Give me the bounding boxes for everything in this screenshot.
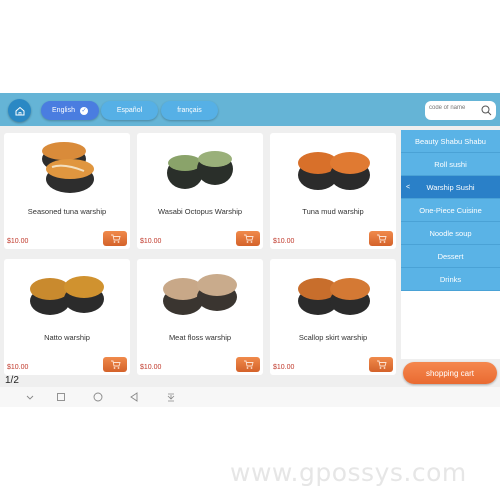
product-price: $10.00 bbox=[273, 238, 295, 245]
category-label: Drinks bbox=[439, 274, 462, 284]
add-to-cart-button[interactable] bbox=[103, 231, 127, 246]
category-item[interactable]: One-Piece Cuisine bbox=[401, 199, 500, 222]
product-card[interactable]: Natto warship $10.00 bbox=[4, 259, 130, 375]
product-price: $10.00 bbox=[7, 238, 29, 245]
category-item[interactable]: Beauty Shabu Shabu bbox=[401, 130, 500, 153]
language-spanish-button[interactable]: Español bbox=[101, 101, 158, 120]
product-card[interactable]: Meat floss warship $10.00 bbox=[137, 259, 263, 375]
product-card[interactable]: Scallop skirt warship $10.00 bbox=[270, 259, 396, 375]
cart-icon bbox=[110, 234, 121, 243]
search-icon[interactable] bbox=[481, 105, 492, 116]
product-image bbox=[167, 151, 233, 189]
add-to-cart-button[interactable] bbox=[236, 357, 260, 372]
product-card[interactable]: Wasabi Octopus Warship $10.00 bbox=[137, 133, 263, 249]
search-box bbox=[425, 101, 496, 120]
product-name: Natto warship bbox=[44, 333, 90, 342]
product-name: Scallop skirt warship bbox=[298, 333, 368, 342]
language-label: English bbox=[52, 107, 75, 114]
add-to-cart-button[interactable] bbox=[369, 357, 393, 372]
language-label: Español bbox=[116, 107, 143, 114]
home-button[interactable] bbox=[8, 99, 31, 122]
product-image bbox=[298, 278, 370, 315]
product-name: Tuna mud warship bbox=[302, 207, 364, 216]
cart-icon bbox=[243, 234, 254, 243]
product-price: $10.00 bbox=[140, 238, 162, 245]
home-circle-icon[interactable] bbox=[91, 390, 105, 404]
chevron-left-icon: < bbox=[406, 183, 411, 191]
product-image bbox=[42, 142, 94, 193]
product-price: $10.00 bbox=[7, 364, 29, 371]
watermark-text: www.gpossys.com bbox=[230, 458, 467, 487]
home-icon bbox=[15, 106, 24, 115]
chevron-down-icon[interactable] bbox=[23, 390, 37, 404]
add-to-cart-button[interactable] bbox=[103, 357, 127, 372]
product-card[interactable]: Seasoned tuna warship $10.00 bbox=[4, 133, 130, 249]
language-french-button[interactable]: français bbox=[161, 101, 218, 120]
category-label: Warship Sushi bbox=[426, 182, 475, 192]
pull-down-icon[interactable] bbox=[164, 390, 178, 404]
product-name: Meat floss warship bbox=[168, 333, 232, 342]
search-input[interactable] bbox=[429, 105, 479, 111]
product-price: $10.00 bbox=[273, 364, 295, 371]
recent-apps-icon[interactable] bbox=[54, 390, 68, 404]
add-to-cart-button[interactable] bbox=[236, 231, 260, 246]
product-image bbox=[163, 274, 237, 315]
product-name: Seasoned tuna warship bbox=[27, 207, 107, 216]
app-window: English ✓ Español français code of name … bbox=[0, 93, 500, 407]
product-image bbox=[298, 152, 370, 190]
category-item[interactable]: Drinks bbox=[401, 268, 500, 291]
category-item[interactable]: Dessert bbox=[401, 245, 500, 268]
category-label: One-Piece Cuisine bbox=[419, 205, 482, 215]
language-english-button[interactable]: English ✓ bbox=[41, 101, 99, 120]
language-label: français bbox=[177, 107, 202, 114]
product-name: Wasabi Octopus Warship bbox=[157, 207, 243, 216]
product-card[interactable]: Tuna mud warship $10.00 bbox=[270, 133, 396, 249]
category-item-active[interactable]: < Warship Sushi bbox=[401, 176, 500, 199]
category-label: Dessert bbox=[437, 251, 464, 261]
category-item[interactable]: Roll sushi bbox=[401, 153, 500, 176]
category-sidebar: Beauty Shabu Shabu Roll sushi < Warship S… bbox=[401, 130, 500, 359]
back-icon[interactable] bbox=[127, 390, 141, 404]
cart-icon bbox=[376, 234, 387, 243]
shopping-cart-button[interactable]: shopping cart bbox=[403, 362, 497, 384]
page-indicator: 1/2 bbox=[5, 375, 19, 386]
check-icon: ✓ bbox=[79, 106, 88, 115]
category-label: Noodle soup bbox=[429, 228, 472, 238]
system-nav-bar bbox=[0, 387, 500, 407]
category-label: Beauty Shabu Shabu bbox=[415, 136, 486, 146]
category-label: Roll sushi bbox=[434, 159, 467, 169]
header-bar: English ✓ Español français bbox=[0, 93, 500, 126]
cart-icon bbox=[243, 360, 254, 369]
category-item[interactable]: Noodle soup bbox=[401, 222, 500, 245]
product-price: $10.00 bbox=[140, 364, 162, 371]
cart-icon bbox=[110, 360, 121, 369]
add-to-cart-button[interactable] bbox=[369, 231, 393, 246]
product-image bbox=[30, 276, 104, 315]
cart-icon bbox=[376, 360, 387, 369]
